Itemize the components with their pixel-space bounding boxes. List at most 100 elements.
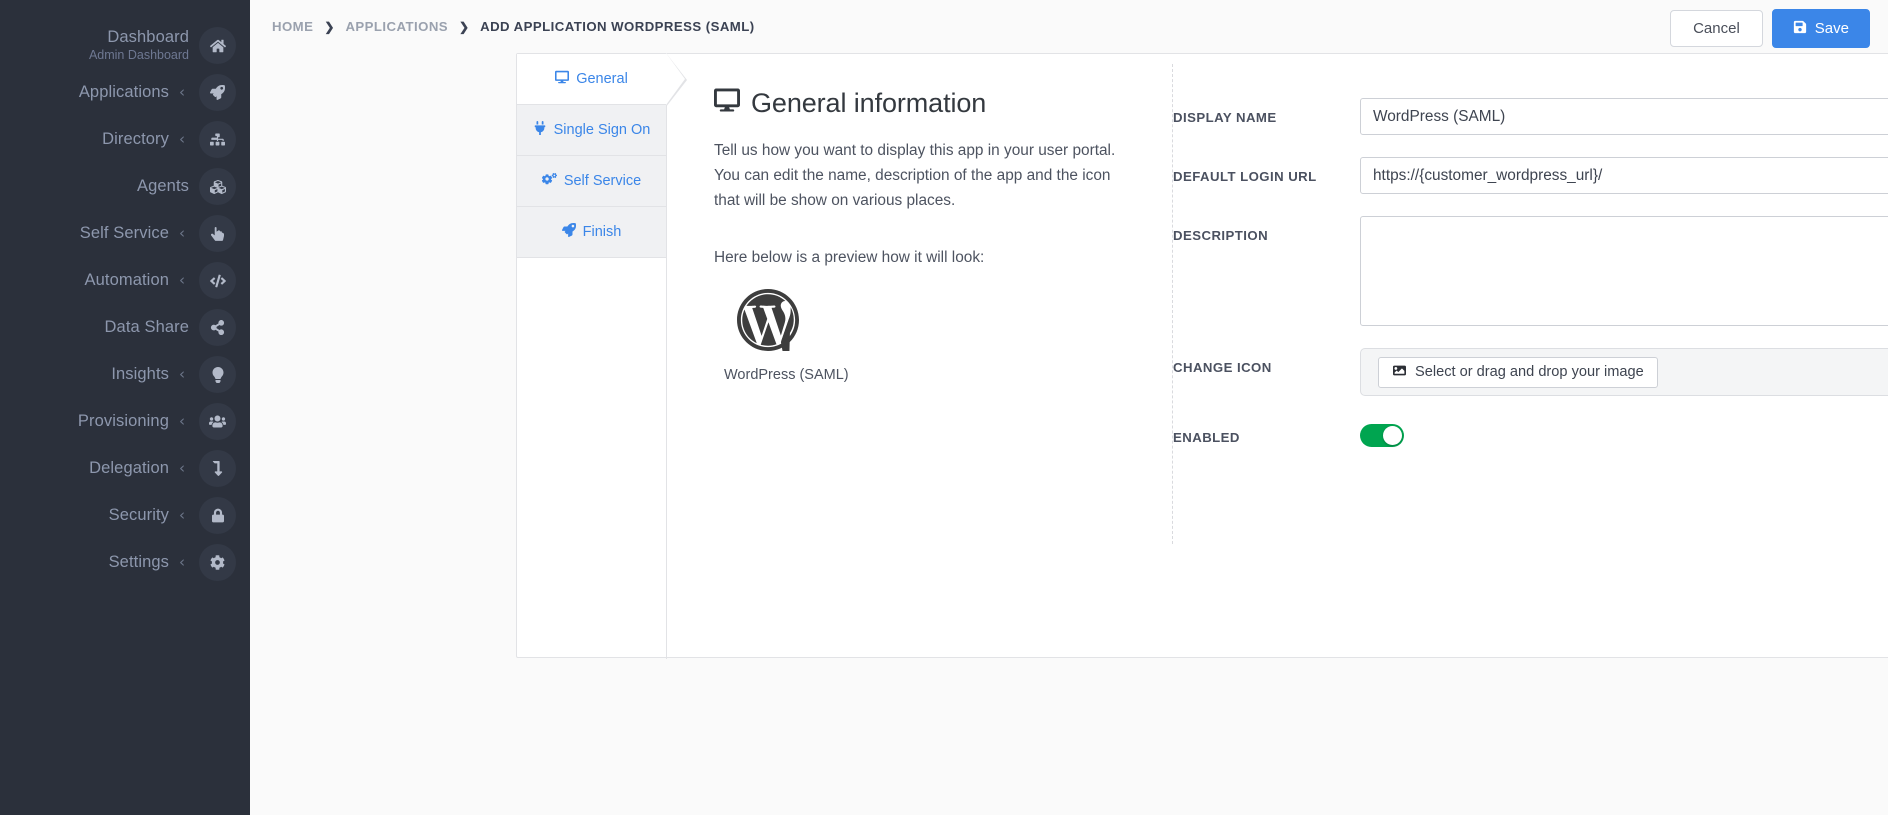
sidebar-item-self-service[interactable]: Self Service ‹ xyxy=(0,210,250,257)
sidebar-item-insights[interactable]: Insights ‹ xyxy=(0,351,250,398)
lock-icon xyxy=(199,497,236,534)
breadcrumb-applications[interactable]: APPLICATIONS xyxy=(345,19,448,34)
sidebar-item-applications-text: Applications xyxy=(79,83,179,102)
chevron-right-icon: ❯ xyxy=(324,19,335,34)
general-form-pane: DISPLAY NAME WordPress (SAML) DEFAULT LO… xyxy=(1173,54,1888,659)
field-display-name-control: WordPress (SAML) xyxy=(1360,98,1888,135)
tab-finish[interactable]: Finish xyxy=(517,207,666,258)
page-title: General information xyxy=(714,87,1172,120)
sidebar-item-label: Agents xyxy=(137,177,189,195)
breadcrumb-home[interactable]: HOME xyxy=(272,19,313,34)
desktop-icon xyxy=(555,70,570,88)
sidebar-item-sublabel: Admin Dashboard xyxy=(88,48,189,62)
field-display-name: DISPLAY NAME WordPress (SAML) xyxy=(1173,98,1888,135)
app-icon-preview-label: WordPress (SAML) xyxy=(724,367,849,383)
breadcrumb: HOME ❯ APPLICATIONS ❯ ADD APPLICATION WO… xyxy=(272,19,755,34)
chevron-left-icon[interactable]: ‹ xyxy=(179,414,185,429)
floppy-disk-icon xyxy=(1793,20,1807,37)
sidebar-item-automation-text: Automation xyxy=(85,271,179,290)
sidebar-item-label: Applications xyxy=(78,83,169,101)
sidebar-item-dashboard[interactable]: Dashboard Admin Dashboard xyxy=(0,22,250,69)
plug-icon xyxy=(533,121,547,139)
tab-general-label: General xyxy=(576,71,628,87)
wizard-tab-rail: General Single Sign On Self Service Fini… xyxy=(517,53,687,659)
tab-general[interactable]: General xyxy=(517,53,687,107)
sidebar-item-directory-text: Directory xyxy=(102,130,179,149)
icon-dropzone[interactable]: Select or drag and drop your image xyxy=(1360,348,1888,396)
chevron-left-icon[interactable]: ‹ xyxy=(179,273,185,288)
field-default-login-url-label: DEFAULT LOGIN URL xyxy=(1173,169,1317,184)
topbar-actions: Cancel Save xyxy=(1670,9,1870,48)
tab-self-service[interactable]: Self Service xyxy=(517,156,666,207)
enabled-toggle[interactable] xyxy=(1360,424,1404,447)
sidebar-item-data-share-text: Data Share xyxy=(105,318,199,337)
chevron-left-icon[interactable]: ‹ xyxy=(179,367,185,382)
topbar: HOME ❯ APPLICATIONS ❯ ADD APPLICATION WO… xyxy=(250,0,1888,53)
chevron-right-icon: ❯ xyxy=(459,19,470,34)
page-title-text: General information xyxy=(751,88,987,118)
home-icon xyxy=(199,27,236,64)
general-description: Tell us how you want to display this app… xyxy=(714,142,1116,209)
select-image-button[interactable]: Select or drag and drop your image xyxy=(1378,356,1658,388)
breadcrumb-current: ADD APPLICATION WORDPRESS (SAML) xyxy=(480,19,755,34)
tab-self-service-label: Self Service xyxy=(563,173,642,189)
chevron-left-icon[interactable]: ‹ xyxy=(179,508,185,523)
code-icon xyxy=(199,262,236,299)
tab-single-sign-on[interactable]: Single Sign On xyxy=(517,105,666,156)
chevron-left-icon[interactable]: ‹ xyxy=(179,226,185,241)
sidebar-item-applications[interactable]: Applications ‹ xyxy=(0,69,250,116)
default-login-url-input[interactable]: https://{customer_wordpress_url}/ xyxy=(1360,157,1888,194)
field-description-control xyxy=(1360,216,1888,326)
sidebar: Dashboard Admin Dashboard Applications ‹… xyxy=(0,0,250,815)
chevron-left-icon[interactable]: ‹ xyxy=(179,132,185,147)
sidebar-item-delegation[interactable]: Delegation ‹ xyxy=(0,445,250,492)
field-enabled: ENABLED xyxy=(1173,418,1888,447)
display-name-input[interactable]: WordPress (SAML) xyxy=(1360,98,1888,135)
sidebar-item-agents-text: Agents xyxy=(137,177,199,196)
cogs-icon xyxy=(541,172,557,190)
sidebar-item-insights-text: Insights xyxy=(111,365,179,384)
sidebar-item-label: Insights xyxy=(111,365,169,383)
sidebar-item-delegation-text: Delegation xyxy=(89,459,179,478)
sidebar-item-settings[interactable]: Settings ‹ xyxy=(0,539,250,586)
field-change-icon-control: Select or drag and drop your image xyxy=(1360,348,1888,396)
sidebar-item-data-share[interactable]: Data Share xyxy=(0,304,250,351)
sidebar-item-security-text: Security xyxy=(109,506,179,525)
sidebar-item-agents[interactable]: Agents xyxy=(0,163,250,210)
cancel-button[interactable]: Cancel xyxy=(1670,10,1763,47)
sidebar-item-label: Provisioning xyxy=(77,412,169,430)
chevron-left-icon[interactable]: ‹ xyxy=(179,461,185,476)
save-button[interactable]: Save xyxy=(1771,9,1870,48)
field-default-login-url: DEFAULT LOGIN URL https://{customer_word… xyxy=(1173,157,1888,194)
lightbulb-icon xyxy=(199,356,236,393)
sidebar-item-label: Automation xyxy=(84,271,169,289)
tab-single-sign-on-label: Single Sign On xyxy=(553,122,651,138)
rocket-icon xyxy=(199,74,236,111)
field-description-label: DESCRIPTION xyxy=(1173,228,1269,243)
main-area: HOME ❯ APPLICATIONS ❯ ADD APPLICATION WO… xyxy=(250,0,1888,815)
rocket-icon xyxy=(561,223,576,241)
sidebar-item-self-service-text: Self Service xyxy=(80,224,179,243)
sidebar-item-label: Data Share xyxy=(104,318,189,336)
image-icon xyxy=(1392,364,1407,381)
field-change-icon: CHANGE ICON Select or drag and drop your… xyxy=(1173,348,1888,396)
field-enabled-control xyxy=(1360,418,1888,447)
sidebar-item-label: Delegation xyxy=(89,459,169,477)
sidebar-item-provisioning[interactable]: Provisioning ‹ xyxy=(0,398,250,445)
general-info-pane: General information Tell us how you want… xyxy=(667,54,1172,659)
sidebar-item-security[interactable]: Security ‹ xyxy=(0,492,250,539)
sidebar-item-automation[interactable]: Automation ‹ xyxy=(0,257,250,304)
desktop-icon xyxy=(714,87,740,120)
share-icon xyxy=(199,309,236,346)
hand-pointer-icon xyxy=(199,215,236,252)
sitemap-icon xyxy=(199,121,236,158)
description-textarea[interactable] xyxy=(1360,216,1888,326)
field-description: DESCRIPTION xyxy=(1173,216,1888,326)
sidebar-item-provisioning-text: Provisioning xyxy=(78,412,179,431)
field-enabled-label: ENABLED xyxy=(1173,430,1240,445)
sidebar-item-label: Settings xyxy=(108,553,169,571)
sidebar-item-directory[interactable]: Directory ‹ xyxy=(0,116,250,163)
chevron-left-icon[interactable]: ‹ xyxy=(179,555,185,570)
wordpress-logo-icon xyxy=(737,289,799,351)
chevron-left-icon[interactable]: ‹ xyxy=(179,85,185,100)
